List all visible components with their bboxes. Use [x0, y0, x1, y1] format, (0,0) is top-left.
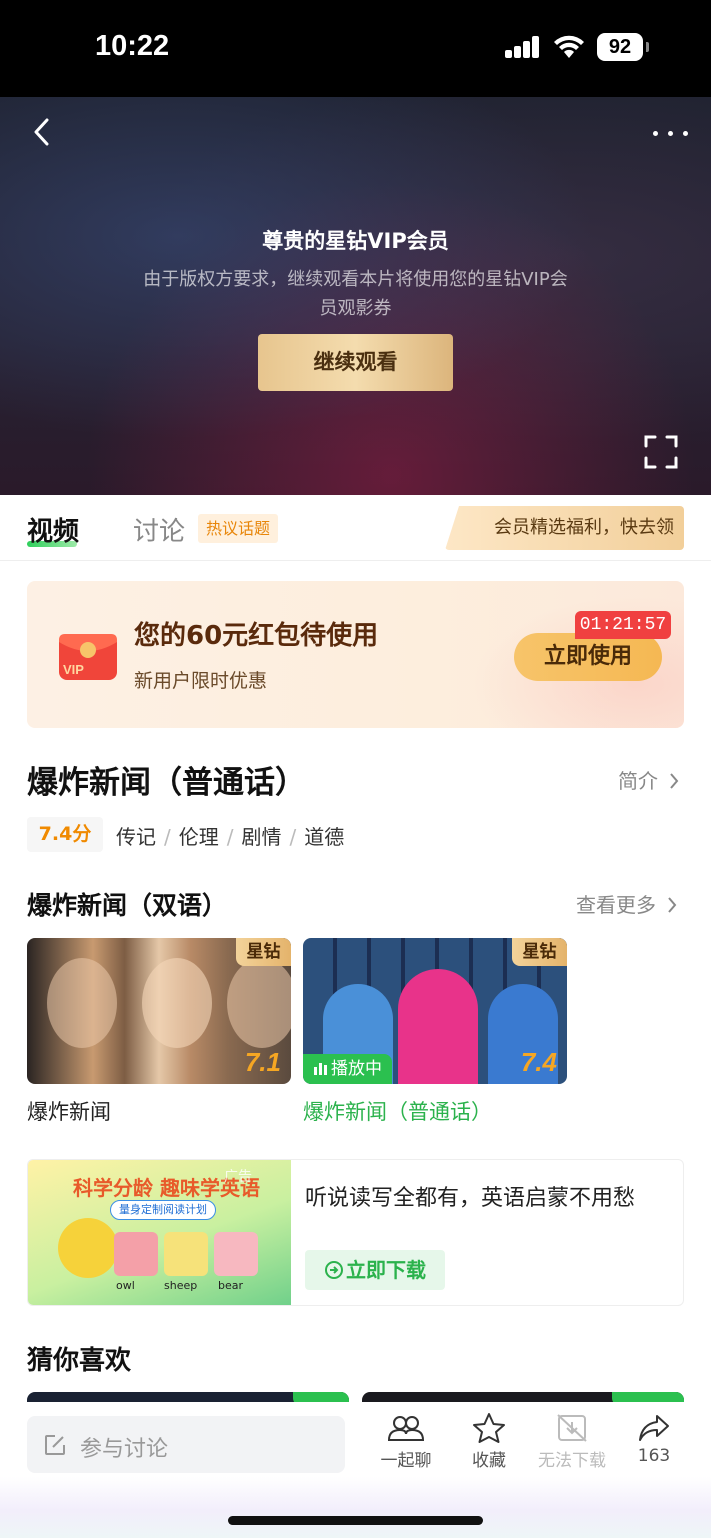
animal-label: bear	[218, 1279, 244, 1292]
continue-watching-button[interactable]: 继续观看	[258, 334, 453, 391]
fullscreen-icon[interactable]	[644, 435, 678, 469]
related-card-title[interactable]: 爆炸新闻	[27, 1096, 111, 1126]
genre-tag: 伦理	[178, 825, 219, 849]
favorite-button[interactable]: 收藏	[451, 1412, 527, 1482]
back-arrow-icon[interactable]	[28, 117, 58, 147]
genre-tags: 传记 / 伦理 / 剧情 / 道德	[116, 825, 345, 849]
bear-image	[214, 1232, 258, 1276]
status-bar: 10:22 92	[0, 0, 711, 97]
ad-image: 科学分龄 趣味学英语 量身定制阅读计划 广告 owl sheep bear	[28, 1160, 291, 1305]
hot-topic-badge[interactable]: 热议话题	[198, 514, 279, 543]
vip-description: 由于版权方要求，继续观看本片将使用您的星钻VIP会 员观影券	[143, 269, 568, 319]
card-score: 7.1	[244, 1047, 281, 1077]
related-section-title: 爆炸新闻（双语）	[27, 891, 228, 920]
ad-text: 听说读写全都有，英语启蒙不用愁	[305, 1186, 636, 1211]
related-card-thumbnail[interactable]: 星钻 7.4 播放中	[303, 938, 567, 1084]
guess-you-like-title: 猜你喜欢	[27, 1346, 132, 1376]
video-player[interactable]: 尊贵的星钻VIP会员 由于版权方要求，继续观看本片将使用您的星钻VIP会 员观影…	[0, 97, 711, 495]
owl-image	[114, 1232, 158, 1276]
download-disabled-icon	[557, 1414, 587, 1442]
chevron-right-icon	[668, 897, 677, 913]
equalizer-icon	[314, 1063, 327, 1075]
countdown-timer: 01:21:57	[575, 611, 671, 639]
vip-badge: 星钻	[236, 938, 291, 966]
chevron-right-icon	[670, 773, 679, 789]
chat-together-button[interactable]: 一起聊	[368, 1412, 444, 1482]
battery-indicator: 92	[597, 33, 649, 61]
animal-label: sheep	[164, 1279, 198, 1292]
wifi-icon	[554, 35, 584, 58]
vip-title: 尊贵的星钻VIP会员	[262, 229, 449, 253]
use-now-button[interactable]: 立即使用	[514, 633, 662, 681]
download-button[interactable]: 无法下载	[533, 1412, 611, 1482]
svg-text:VIP: VIP	[63, 662, 84, 677]
genre-tag: 道德	[304, 825, 345, 849]
animal-label: owl	[116, 1279, 135, 1292]
red-packet-subtitle: 新用户限时优惠	[134, 670, 268, 692]
tab-video[interactable]: 视频	[27, 511, 79, 548]
share-button[interactable]: 163	[616, 1412, 692, 1482]
card-score: 7.4	[520, 1047, 557, 1077]
edit-icon	[45, 1435, 65, 1455]
red-packet-title: 您的60元红包待使用	[134, 621, 379, 651]
tab-discuss[interactable]: 讨论	[133, 511, 185, 548]
related-card-thumbnail[interactable]: 星钻 7.1	[27, 938, 291, 1084]
mascot-image	[58, 1218, 118, 1278]
chat-group-icon	[387, 1416, 425, 1441]
red-packet-icon: VIP	[59, 634, 117, 680]
red-packet-banner[interactable]: VIP 您的60元红包待使用 新用户限时优惠 立即使用 01:21:57	[27, 581, 684, 728]
see-more-link[interactable]: 查看更多	[576, 889, 678, 918]
genre-tag: 传记	[116, 825, 156, 849]
ad-image-subline: 量身定制阅读计划	[110, 1200, 216, 1220]
arrow-circle-icon	[325, 1261, 343, 1279]
star-icon	[473, 1413, 505, 1443]
home-indicator	[228, 1516, 483, 1525]
share-icon	[639, 1415, 669, 1441]
intro-link[interactable]: 简介	[618, 765, 680, 794]
more-options-icon[interactable]	[651, 127, 691, 141]
signal-icon	[505, 36, 541, 58]
rating-badge: 7.4分	[27, 817, 103, 852]
vip-badge: 星钻	[512, 938, 567, 966]
show-title: 爆炸新闻（普通话）	[27, 765, 306, 801]
ad-banner[interactable]: 科学分龄 趣味学英语 量身定制阅读计划 广告 owl sheep bear 听说…	[27, 1159, 684, 1306]
content-tabs: 视频 讨论 热议话题 会员精选福利，快去领	[0, 495, 711, 561]
ad-tag: 广告	[224, 1169, 252, 1185]
sheep-image	[164, 1232, 208, 1276]
discussion-input[interactable]: 参与讨论	[27, 1416, 345, 1473]
download-now-button[interactable]: 立即下载	[305, 1250, 445, 1290]
genre-tag: 剧情	[241, 825, 282, 849]
related-card-title[interactable]: 爆炸新闻（普通话）	[303, 1096, 492, 1126]
status-time: 10:22	[95, 30, 170, 62]
now-playing-badge: 播放中	[303, 1054, 392, 1084]
member-benefit-button[interactable]: 会员精选福利，快去领	[445, 506, 684, 550]
